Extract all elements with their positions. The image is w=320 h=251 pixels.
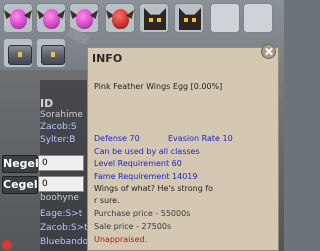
purchase-price: Purchase price - 55000s xyxy=(94,209,191,218)
usable-classes: Can be used by all classes xyxy=(94,147,200,156)
tooltip-title: INFO xyxy=(92,52,123,65)
chat-line: Sorahime xyxy=(40,110,83,120)
appraisal-status: Unappraised. xyxy=(94,235,148,244)
cegel-label: Cegel xyxy=(2,176,38,194)
inventory-slot[interactable] xyxy=(3,3,33,33)
cegel-value: 0 xyxy=(38,176,84,192)
item-info-tooltip: INFO Pink Feather Wings Egg [0.00%] Defe… xyxy=(87,44,279,251)
chat-line: Zacob:S>t xyxy=(40,223,88,233)
item-description: Wings of what? He's strong fo xyxy=(94,184,214,193)
alert-dot-icon xyxy=(2,240,12,250)
chat-line: Eage:S>t xyxy=(40,209,83,219)
inventory-slot[interactable] xyxy=(36,3,66,33)
inventory-slot[interactable] xyxy=(36,38,66,68)
cat-pet-icon xyxy=(179,8,201,30)
chat-line: Zacob:S xyxy=(40,122,77,132)
defense-stat: Defense 70 xyxy=(94,134,140,143)
evasion-stat: Evasion Rate 10 xyxy=(168,134,233,143)
sale-price: Sale price - 27500s xyxy=(94,222,172,231)
cat-pet-icon xyxy=(144,8,166,30)
fame-requirement: Fame Requirement 14019 xyxy=(94,172,198,181)
inventory-slot[interactable] xyxy=(174,3,204,33)
chest-icon xyxy=(8,45,32,65)
item-name: Pink Feather Wings Egg [0.00%] xyxy=(94,82,223,91)
inventory-slot[interactable] xyxy=(139,3,169,33)
inventory-slot[interactable] xyxy=(105,3,135,33)
egg-icon xyxy=(112,9,129,29)
inventory-slot-empty[interactable] xyxy=(210,3,240,33)
egg-icon xyxy=(10,9,27,29)
level-requirement: Level Requirement 60 xyxy=(94,159,182,168)
egg-icon xyxy=(43,9,60,29)
negel-label: Negel xyxy=(2,155,39,173)
chat-line: boohyne xyxy=(40,193,79,203)
inventory-slot[interactable] xyxy=(3,38,33,68)
inventory-slot-empty[interactable] xyxy=(243,3,273,33)
close-icon[interactable] xyxy=(261,44,276,59)
chat-line: Sylter:B xyxy=(40,135,76,145)
tooltip-header: INFO xyxy=(88,44,278,70)
chat-line: Bluebando xyxy=(40,237,89,247)
negel-value: 0 xyxy=(38,155,84,171)
chat-header: ID xyxy=(40,97,54,110)
chest-icon xyxy=(41,45,65,65)
egg-icon xyxy=(76,9,93,29)
item-description-cont: r sure. xyxy=(94,196,120,205)
